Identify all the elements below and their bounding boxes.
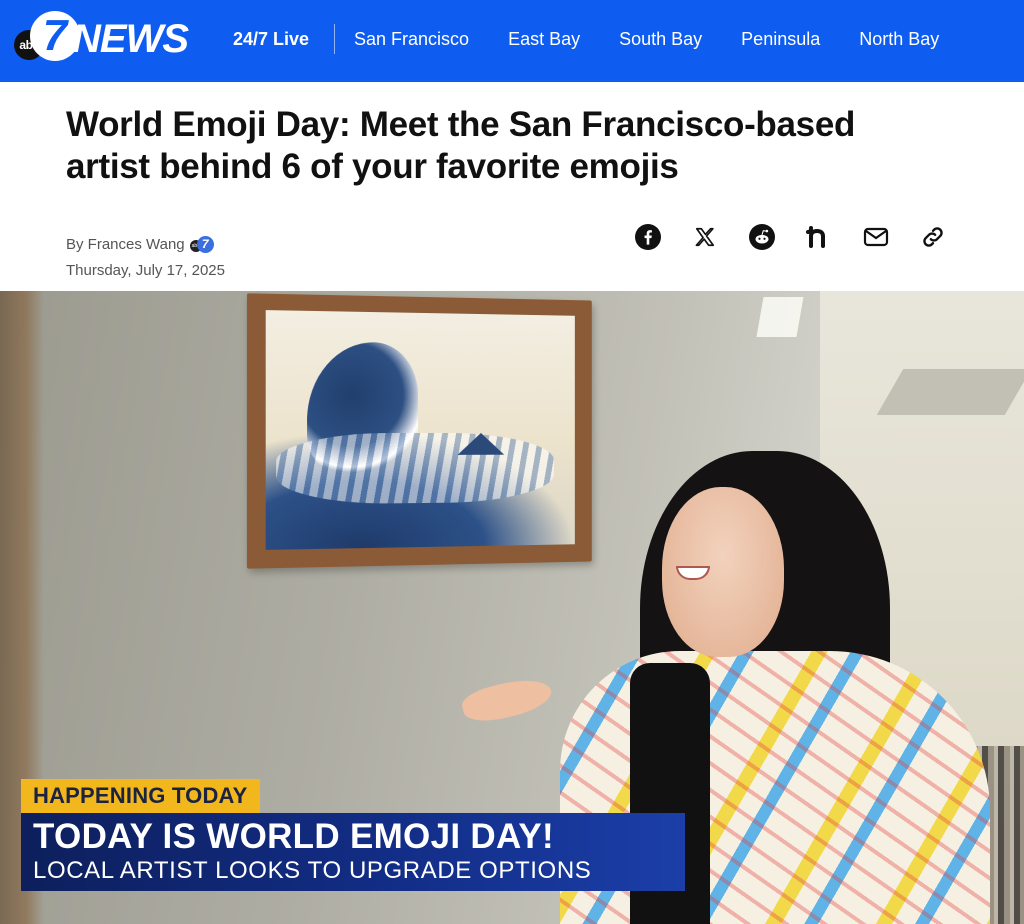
top-nav: abc 7 NEWS 24/7 Live San Francisco East … bbox=[0, 0, 1024, 82]
ceiling-vent bbox=[876, 369, 1024, 415]
nav-live-link[interactable]: 24/7 Live bbox=[233, 29, 309, 50]
painting-mountain bbox=[457, 432, 505, 455]
share-bar bbox=[634, 223, 947, 251]
x-icon[interactable] bbox=[691, 223, 719, 251]
lower-third-tag: HAPPENING TODAY bbox=[21, 779, 260, 813]
nav-link-peninsula[interactable]: Peninsula bbox=[741, 29, 820, 50]
nextdoor-icon[interactable] bbox=[805, 223, 833, 251]
person-hand bbox=[459, 672, 555, 728]
nav-links: San Francisco East Bay South Bay Peninsu… bbox=[354, 29, 978, 50]
nav-link-san-francisco[interactable]: San Francisco bbox=[354, 29, 469, 50]
lower-third-headline: TODAY IS WORLD EMOJI DAY! bbox=[33, 817, 554, 856]
painting-foam bbox=[276, 432, 555, 505]
painting-canvas bbox=[265, 310, 575, 550]
news-wordmark: NEWS bbox=[72, 17, 189, 61]
ceiling-light bbox=[756, 297, 804, 337]
nav-divider bbox=[334, 24, 335, 54]
author-name[interactable]: By Frances Wang bbox=[66, 236, 185, 253]
email-icon[interactable] bbox=[862, 223, 890, 251]
link-icon[interactable] bbox=[919, 223, 947, 251]
article-headline: World Emoji Day: Meet the San Francisco-… bbox=[66, 105, 856, 186]
abc7-news-logo[interactable]: abc 7 NEWS bbox=[14, 11, 210, 67]
publish-date: Thursday, July 17, 2025 bbox=[66, 262, 225, 279]
lower-third: TODAY IS WORLD EMOJI DAY! LOCAL ARTIST L… bbox=[21, 813, 685, 891]
byline: By Frances Wang abc 7 bbox=[66, 235, 216, 253]
nav-link-south-bay[interactable]: South Bay bbox=[619, 29, 702, 50]
abc7-mini-logo-icon: abc 7 bbox=[189, 235, 216, 253]
lower-third-subline: LOCAL ARTIST LOOKS TO UPGRADE OPTIONS bbox=[33, 857, 592, 884]
reddit-icon[interactable] bbox=[748, 223, 776, 251]
facebook-icon[interactable] bbox=[634, 223, 662, 251]
nav-link-north-bay[interactable]: North Bay bbox=[859, 29, 939, 50]
wave-painting bbox=[246, 293, 592, 569]
nav-link-east-bay[interactable]: East Bay bbox=[508, 29, 580, 50]
mini-seven-dot: 7 bbox=[196, 236, 214, 253]
video-player[interactable]: HAPPENING TODAY TODAY IS WORLD EMOJI DAY… bbox=[0, 291, 1024, 924]
